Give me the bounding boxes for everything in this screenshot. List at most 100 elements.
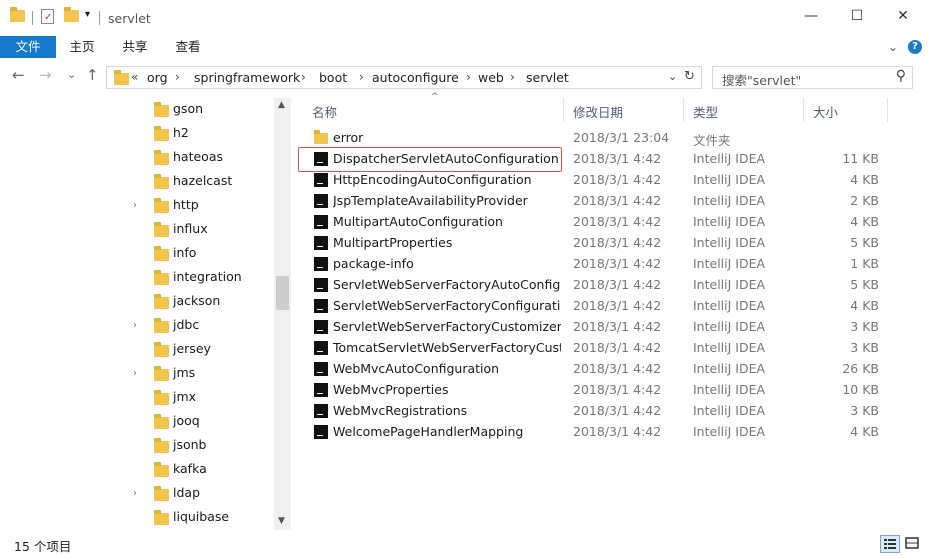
column-header-date[interactable]: 修改日期 bbox=[573, 98, 623, 122]
properties-icon[interactable]: ✓ bbox=[41, 9, 54, 24]
column-header-name[interactable]: 名称 bbox=[312, 98, 337, 122]
expand-ribbon-icon[interactable]: ⌄ bbox=[885, 36, 901, 58]
tab-file[interactable]: 文件 bbox=[0, 36, 56, 58]
search-placeholder: 搜索"servlet" bbox=[722, 73, 802, 88]
file-row[interactable]: MultipartAutoConfiguration 2018/3/1 4:42 I… bbox=[300, 212, 900, 233]
nav-item-jsonb[interactable]: jsonb bbox=[133, 434, 273, 458]
scroll-up-arrow[interactable]: ▲ bbox=[278, 100, 285, 110]
folder-icon bbox=[154, 414, 169, 429]
breadcrumb-autoconfigure[interactable]: autoconfigure bbox=[372, 70, 459, 85]
back-button[interactable]: ← bbox=[12, 66, 25, 84]
intellij-file-icon bbox=[314, 425, 328, 439]
file-size: 3 KB bbox=[850, 340, 879, 355]
nav-item-hateoas[interactable]: hateoas bbox=[133, 146, 273, 170]
file-row[interactable]: JspTemplateAvailabilityProvider 2018/3/1 … bbox=[300, 191, 900, 212]
customize-toolbar-icon[interactable]: ▾ bbox=[85, 9, 90, 20]
file-row[interactable]: error 2018/3/1 23:04 文件夹 bbox=[300, 128, 900, 149]
minimize-button[interactable]: — bbox=[788, 0, 834, 32]
scroll-down-arrow[interactable]: ▼ bbox=[278, 516, 285, 526]
tab-view[interactable]: 查看 bbox=[166, 36, 210, 58]
intellij-file-icon bbox=[314, 278, 328, 292]
file-name: ServletWebServerFactoryCustomizer bbox=[333, 319, 561, 334]
scrollbar-thumb[interactable] bbox=[276, 276, 289, 310]
recent-locations-button[interactable]: ⌄ bbox=[67, 68, 76, 81]
close-button[interactable]: ✕ bbox=[880, 0, 926, 32]
file-date: 2018/3/1 4:42 bbox=[573, 403, 662, 418]
nav-item-hazelcast[interactable]: hazelcast bbox=[133, 170, 273, 194]
nav-item-kafka[interactable]: kafka bbox=[133, 458, 273, 482]
file-row[interactable]: ServletWebServerFactoryCustomizer 2018/3/… bbox=[300, 317, 900, 338]
file-row[interactable]: package-info 2018/3/1 4:42 IntelliJ IDEA 1 … bbox=[300, 254, 900, 275]
column-divider[interactable] bbox=[563, 98, 564, 122]
tab-home[interactable]: 主页 bbox=[60, 36, 104, 58]
file-date: 2018/3/1 4:42 bbox=[573, 340, 662, 355]
nav-item-jdbc[interactable]: › jdbc bbox=[133, 314, 273, 338]
details-view-button[interactable] bbox=[880, 535, 900, 553]
column-divider[interactable] bbox=[887, 98, 888, 122]
forward-button[interactable]: → bbox=[39, 66, 52, 84]
nav-item-jmx[interactable]: jmx bbox=[133, 386, 273, 410]
nav-item-influx[interactable]: influx bbox=[133, 218, 273, 242]
nav-item-jersey[interactable]: jersey bbox=[133, 338, 273, 362]
folder-icon bbox=[154, 174, 169, 189]
file-row[interactable]: ServletWebServerFactoryAutoConfigu... 201… bbox=[300, 275, 900, 296]
breadcrumb-boot[interactable]: boot bbox=[319, 70, 347, 85]
address-bar[interactable]: « org › springframework › boot › autocon… bbox=[106, 66, 702, 89]
breadcrumb-org[interactable]: org bbox=[147, 70, 168, 85]
file-size: 5 KB bbox=[850, 235, 879, 250]
details-view-icon bbox=[884, 539, 896, 549]
file-date: 2018/3/1 4:42 bbox=[573, 256, 662, 271]
file-name: JspTemplateAvailabilityProvider bbox=[333, 193, 528, 208]
file-row[interactable]: WebMvcProperties 2018/3/1 4:42 IntelliJ ID… bbox=[300, 380, 900, 401]
expand-chevron-icon[interactable]: › bbox=[133, 368, 137, 379]
file-row[interactable]: WelcomePageHandlerMapping 2018/3/1 4:42 In… bbox=[300, 422, 900, 443]
folder-icon bbox=[154, 270, 169, 285]
expand-chevron-icon[interactable]: › bbox=[133, 200, 137, 211]
file-date: 2018/3/1 4:42 bbox=[573, 235, 662, 250]
nav-item-h2[interactable]: h2 bbox=[133, 122, 273, 146]
file-date: 2018/3/1 4:42 bbox=[573, 319, 662, 334]
new-folder-icon[interactable] bbox=[64, 7, 79, 22]
file-row[interactable]: ServletWebServerFactoryConfiguration 2018… bbox=[300, 296, 900, 317]
search-icon[interactable]: ⚲ bbox=[896, 68, 906, 84]
column-header-type[interactable]: 类型 bbox=[693, 98, 718, 122]
nav-item-jooq[interactable]: jooq bbox=[133, 410, 273, 434]
column-divider[interactable] bbox=[683, 98, 684, 122]
file-row[interactable]: MultipartProperties 2018/3/1 4:42 IntelliJ… bbox=[300, 233, 900, 254]
file-row[interactable]: TomcatServletWebServerFactoryCust... 2018… bbox=[300, 338, 900, 359]
file-row[interactable]: WebMvcAutoConfiguration 2018/3/1 4:42 Inte… bbox=[300, 359, 900, 380]
nav-item-label: integration bbox=[173, 269, 242, 284]
nav-scrollbar[interactable]: ▲ ▼ bbox=[274, 98, 291, 530]
address-dropdown-button[interactable]: ⌄ bbox=[668, 70, 677, 83]
intellij-file-icon bbox=[314, 341, 328, 355]
file-name: ServletWebServerFactoryAutoConfigu... bbox=[333, 277, 561, 292]
nav-item-label: jdbc bbox=[173, 317, 200, 332]
nav-item-jms[interactable]: › jms bbox=[133, 362, 273, 386]
nav-item-ldap[interactable]: › ldap bbox=[133, 482, 273, 506]
up-button[interactable]: ↑ bbox=[86, 66, 99, 84]
file-date: 2018/3/1 4:42 bbox=[573, 193, 662, 208]
nav-item-info[interactable]: info bbox=[133, 242, 273, 266]
breadcrumb-servlet[interactable]: servlet bbox=[526, 70, 569, 85]
maximize-button[interactable]: ☐ bbox=[834, 0, 880, 32]
refresh-button[interactable]: ↻ bbox=[684, 69, 695, 84]
file-row[interactable]: HttpEncodingAutoConfiguration 2018/3/1 4:… bbox=[300, 170, 900, 191]
nav-item-liquibase[interactable]: liquibase bbox=[133, 506, 273, 530]
nav-item-http[interactable]: › http bbox=[133, 194, 273, 218]
breadcrumb-springframework[interactable]: springframework bbox=[194, 70, 300, 85]
overflow-chevron[interactable]: « bbox=[131, 70, 138, 84]
file-row[interactable]: WebMvcRegistrations 2018/3/1 4:42 IntelliJ… bbox=[300, 401, 900, 422]
nav-item-integration[interactable]: integration bbox=[133, 266, 273, 290]
help-icon[interactable]: ? bbox=[908, 40, 922, 54]
tab-share[interactable]: 共享 bbox=[113, 36, 157, 58]
nav-item-label: jsonb bbox=[173, 437, 207, 452]
nav-item-jackson[interactable]: jackson bbox=[133, 290, 273, 314]
breadcrumb-web[interactable]: web bbox=[478, 70, 504, 85]
search-input[interactable]: 搜索"servlet" ⚲ bbox=[712, 66, 913, 89]
column-header-size[interactable]: 大小 bbox=[813, 98, 838, 122]
large-icons-view-button[interactable] bbox=[903, 535, 923, 553]
expand-chevron-icon[interactable]: › bbox=[133, 320, 137, 331]
column-divider[interactable] bbox=[803, 98, 804, 122]
expand-chevron-icon[interactable]: › bbox=[133, 488, 137, 499]
nav-item-gson[interactable]: gson bbox=[133, 98, 273, 122]
